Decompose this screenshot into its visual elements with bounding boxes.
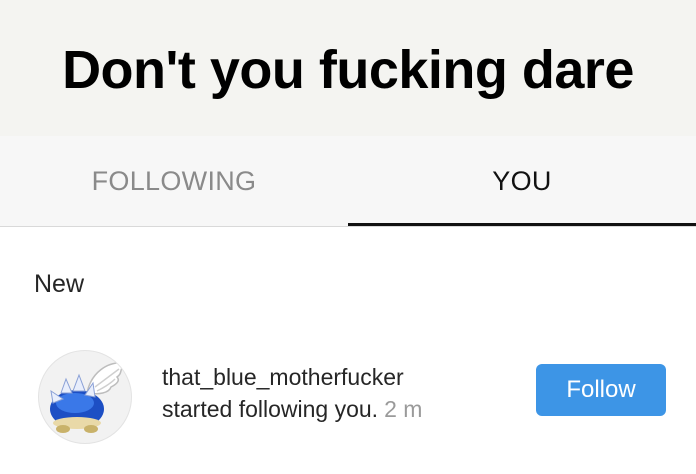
- notification-text: started following you. 2 m: [162, 396, 422, 423]
- app-screen: Don't you fucking dare FOLLOWING YOU New: [0, 0, 696, 474]
- notification-activity: started following you.: [162, 396, 379, 422]
- tab-following[interactable]: FOLLOWING: [0, 136, 348, 226]
- follow-button[interactable]: Follow: [536, 364, 666, 416]
- tab-you-label: YOU: [492, 165, 552, 196]
- active-tab-indicator: [348, 223, 696, 226]
- caption-text: Don't you fucking dare: [62, 40, 634, 100]
- notification-row: that_blue_motherfucker started following…: [0, 344, 696, 448]
- blue-spiny-shell-icon: [50, 362, 127, 433]
- section-heading-new: New: [34, 270, 85, 298]
- avatar[interactable]: [38, 350, 132, 444]
- activity-tab-bar: FOLLOWING YOU: [0, 136, 696, 227]
- meme-caption: Don't you fucking dare: [0, 0, 696, 136]
- tab-you[interactable]: YOU: [348, 136, 696, 226]
- notification-time: 2 m: [384, 396, 423, 422]
- notification-username[interactable]: that_blue_motherfucker: [162, 364, 404, 391]
- tab-following-label: FOLLOWING: [91, 165, 257, 196]
